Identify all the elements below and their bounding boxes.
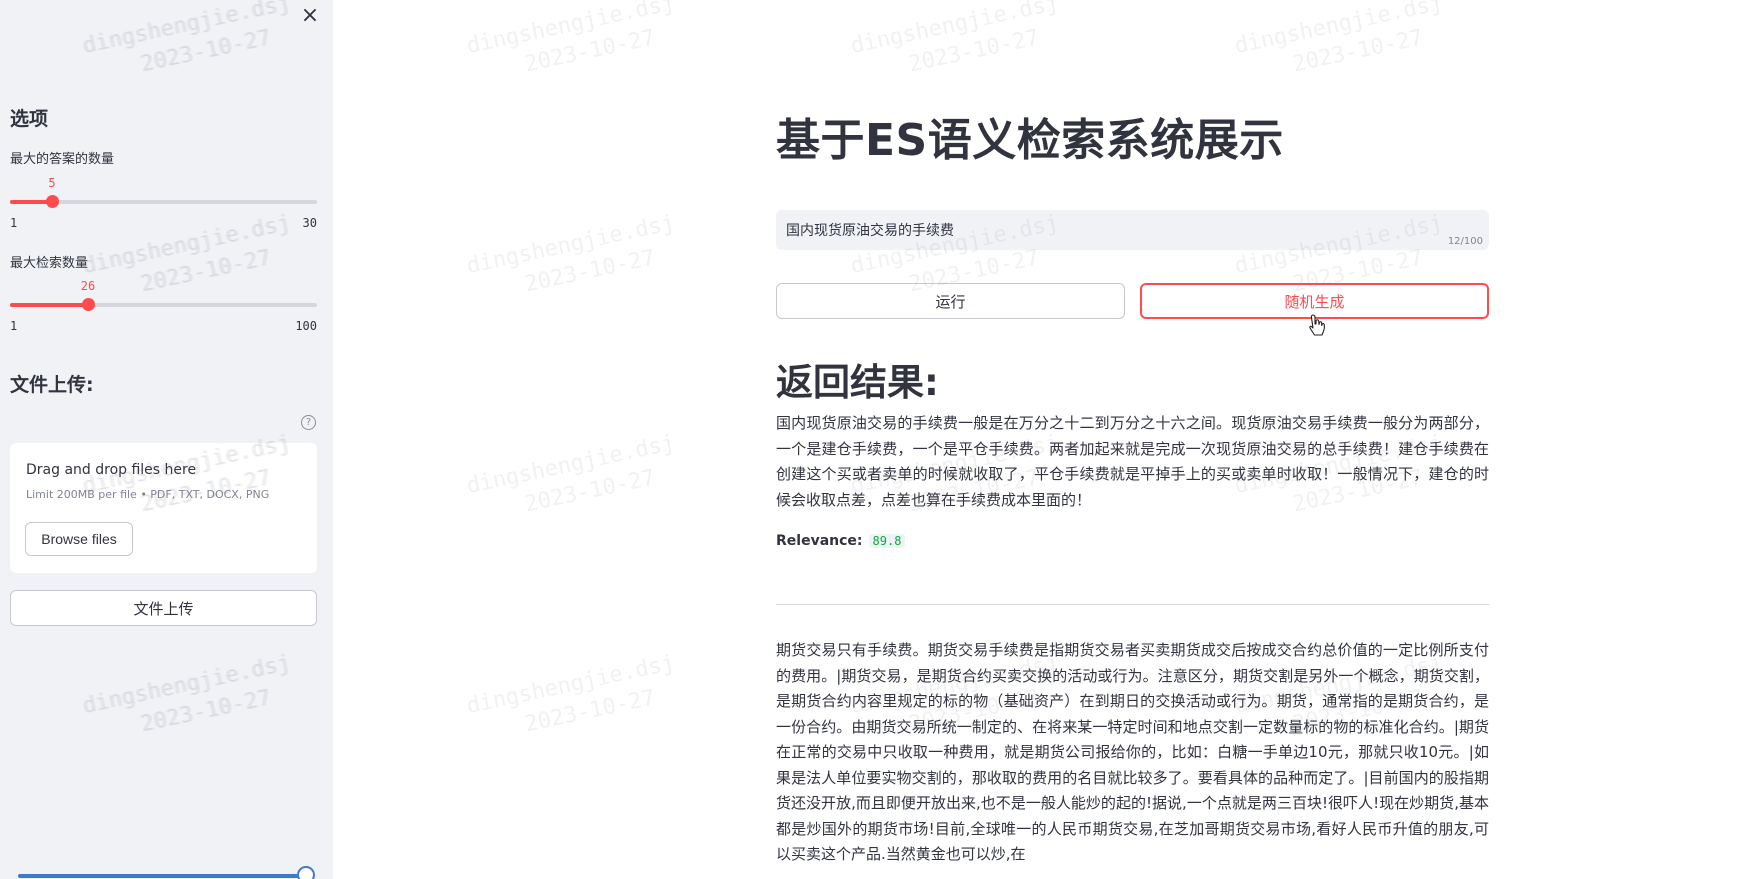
slider-max: 100 <box>295 319 317 333</box>
query-input[interactable] <box>776 210 1489 250</box>
slider-thumb[interactable] <box>46 195 59 208</box>
dropzone-subtitle: Limit 200MB per file • PDF, TXT, DOCX, P… <box>26 488 270 501</box>
sidebar: × 选项 最大的答案的数量 5 1 30 最大检索数量 26 1 100 文件上… <box>0 0 333 879</box>
pointer-cursor-icon <box>1309 314 1325 336</box>
result-text: 期货交易只有手续费。期货交易手续费是指期货交易者买卖期货成交后按成交合约总价值的… <box>776 641 1489 863</box>
char-counter: 12/100 <box>1447 236 1483 247</box>
relevance-score: 89.8 <box>868 534 906 548</box>
relevance-row: Relevance: 89.8 <box>776 533 906 549</box>
close-icon[interactable]: × <box>298 4 322 28</box>
slider-value: 5 <box>48 176 56 190</box>
help-icon[interactable]: ? <box>301 415 316 430</box>
slider-max-search[interactable]: 26 1 100 <box>10 279 317 333</box>
slider-fill <box>10 303 88 307</box>
query-box[interactable]: 12/100 <box>776 210 1489 250</box>
slider-max-answers[interactable]: 5 1 30 <box>10 176 317 230</box>
dropzone-title: Drag and drop files here <box>26 462 197 478</box>
slider-min: 1 <box>10 216 18 230</box>
relevance-label: Relevance: <box>776 533 863 549</box>
browse-files-button[interactable]: Browse files <box>25 522 133 556</box>
slider-min: 1 <box>10 319 18 333</box>
slider-value: 26 <box>80 279 96 293</box>
result-text: 国内现货原油交易的手续费一般是在万分之十二到万分之十六之间。现货原油交易手续费一… <box>776 414 1489 509</box>
results-heading: 返回结果: <box>776 361 939 404</box>
upload-heading: 文件上传: <box>10 374 94 396</box>
sidebar-scrollbar[interactable] <box>18 874 313 878</box>
slider-answers-label: 最大的答案的数量 <box>10 152 115 167</box>
main-content: 基于ES语义检索系统展示 12/100 运行 随机生成 返回结果: 国内现货原油… <box>333 0 1749 879</box>
slider-max: 30 <box>302 216 317 230</box>
slider-search-label: 最大检索数量 <box>10 256 89 271</box>
file-dropzone[interactable]: Drag and drop files here Limit 200MB per… <box>10 443 317 573</box>
sidebar-heading: 选项 <box>10 108 49 130</box>
slider-thumb[interactable] <box>82 298 95 311</box>
result-divider <box>776 604 1489 605</box>
page-title: 基于ES语义检索系统展示 <box>776 115 1284 166</box>
run-button[interactable]: 运行 <box>776 283 1125 319</box>
sidebar-scrollbar-thumb[interactable] <box>297 866 315 879</box>
upload-button[interactable]: 文件上传 <box>10 590 317 626</box>
